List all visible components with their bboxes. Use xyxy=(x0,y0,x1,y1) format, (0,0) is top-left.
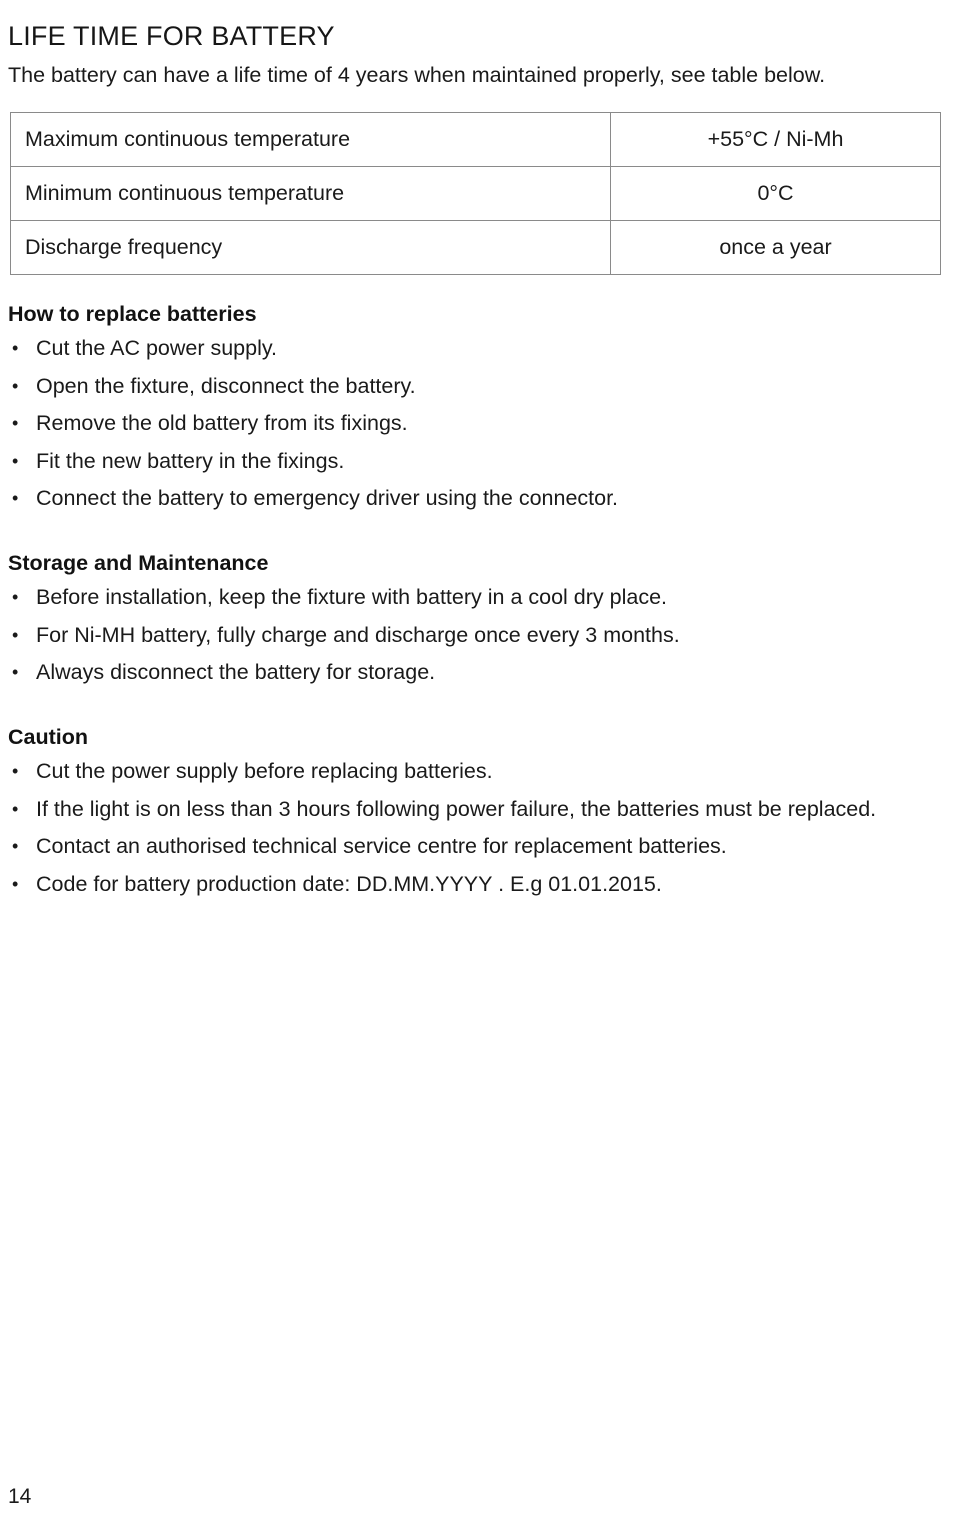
page-title: LIFE TIME FOR BATTERY xyxy=(8,21,335,52)
battery-spec-table: Maximum continuous temperature +55°C / N… xyxy=(10,112,941,275)
table-row: Maximum continuous temperature +55°C / N… xyxy=(10,112,941,167)
section-heading: Storage and Maintenance xyxy=(8,551,269,575)
list-item: Always disconnect the battery for storag… xyxy=(8,654,952,692)
section-storage-and-maintenance: Storage and Maintenance Before installat… xyxy=(8,549,952,692)
list-item: Code for battery production date: DD.MM.… xyxy=(8,866,952,904)
document-page: LIFE TIME FOR BATTERY The battery can ha… xyxy=(0,0,960,1530)
spec-label: Maximum continuous temperature xyxy=(10,112,611,167)
list-item: If the light is on less than 3 hours fol… xyxy=(8,791,952,829)
bullet-list: Cut the power supply before replacing ba… xyxy=(8,753,952,903)
list-item: Cut the power supply before replacing ba… xyxy=(8,753,952,791)
page-number: 14 xyxy=(8,1485,32,1508)
bullet-list: Cut the AC power supply. Open the fixtur… xyxy=(8,330,952,518)
bullet-list: Before installation, keep the fixture wi… xyxy=(8,579,952,692)
spec-value: once a year xyxy=(610,220,941,275)
section-heading: How to replace batteries xyxy=(8,302,257,326)
section-how-to-replace-batteries: How to replace batteries Cut the AC powe… xyxy=(8,300,952,518)
list-item: Fit the new battery in the fixings. xyxy=(8,443,952,481)
section-heading: Caution xyxy=(8,725,89,749)
list-item: Open the fixture, disconnect the battery… xyxy=(8,368,952,406)
spec-value: 0°C xyxy=(610,166,941,221)
list-item: Contact an authorised technical service … xyxy=(8,828,952,866)
spec-label: Minimum continuous temperature xyxy=(10,166,611,221)
intro-paragraph: The battery can have a life time of 4 ye… xyxy=(8,62,826,87)
table-row: Minimum continuous temperature 0°C xyxy=(10,166,941,221)
list-item: For Ni-MH battery, fully charge and disc… xyxy=(8,617,952,655)
spec-label: Discharge frequency xyxy=(10,220,611,275)
spec-value: +55°C / Ni-Mh xyxy=(610,112,941,167)
section-caution: Caution Cut the power supply before repl… xyxy=(8,723,952,903)
list-item: Cut the AC power supply. xyxy=(8,330,952,368)
table-row: Discharge frequency once a year xyxy=(10,220,941,275)
list-item: Before installation, keep the fixture wi… xyxy=(8,579,952,617)
list-item: Connect the battery to emergency driver … xyxy=(8,480,952,518)
list-item: Remove the old battery from its fixings. xyxy=(8,405,952,443)
